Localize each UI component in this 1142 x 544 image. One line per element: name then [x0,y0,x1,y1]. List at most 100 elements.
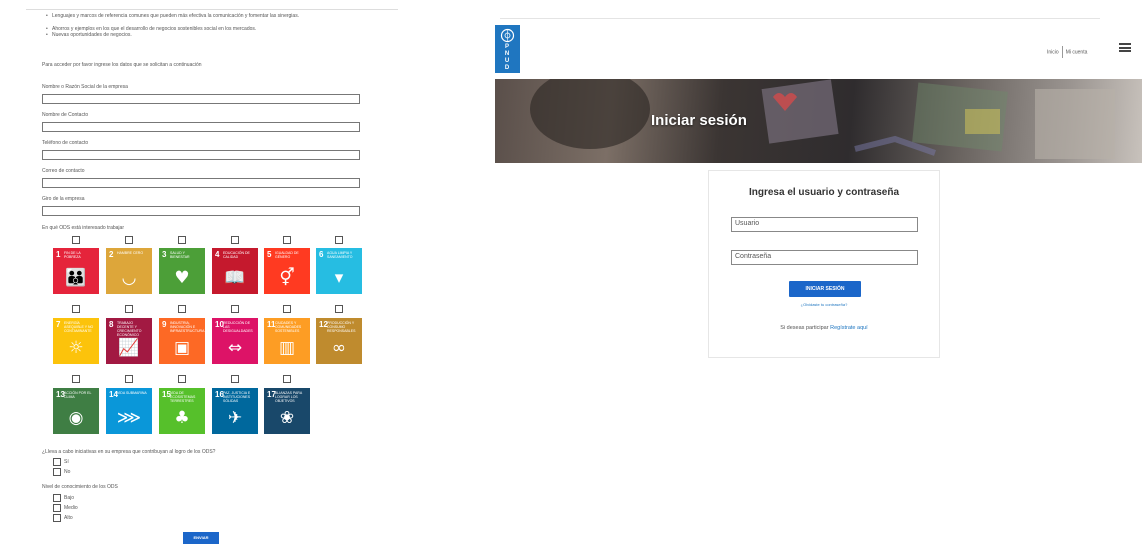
login-page: P N U D Inicio Mi cuenta Iniciar sesión I… [490,0,1142,544]
knowledge-low-checkbox[interactable] [53,494,61,502]
ods-10-tile: 10 REDUCCIÓN DE LAS DESIGUALDADES ⇔ [212,318,258,364]
knowledge-low-label: Bajo [64,495,75,501]
ods-16-checkbox[interactable] [231,375,239,383]
nav-account-link[interactable]: Mi cuenta [1066,49,1088,55]
ods-9-tile: 9 INDUSTRIA, INNOVACIÓN E INFRAESTRUCTURA… [159,318,205,364]
bowl-icon: ◡ [121,268,137,288]
contact-email-input[interactable] [42,178,360,188]
ods-15-checkbox[interactable] [178,375,186,383]
login-card-title: Ingresa el usuario y contraseña [748,187,900,198]
undp-logo[interactable]: P N U D [495,25,520,73]
city-icon: ▥ [278,338,296,358]
username-input[interactable]: Usuario [731,217,918,232]
ods-17-tile: 17 ALIANZAS PARA LOGRAR LOS OBJETIVOS ❀ [264,388,310,434]
contact-name-input[interactable] [42,122,360,132]
ods-14-tile: 14 VIDA SUBMARINA ⋙ [106,388,152,434]
nav-home-link[interactable]: Inicio [1047,49,1059,55]
ods-5-checkbox[interactable] [283,236,291,244]
ods-2-tile: 2 HAMBRE CERO ◡ [106,248,152,294]
ods-title: EDUCACIÓN DE CALIDAD [223,251,250,259]
ods-title: SALUD Y BIENESTAR [170,251,190,259]
list-item: Lenguajes y marcos de referencia comunes… [46,13,366,19]
fish-icon: ⋙ [116,408,142,428]
equality-icon: ⇔ [227,338,243,358]
ods-title: TRABAJO DECENTE Y CRECIMIENTO ECONÓMICO [117,321,142,337]
ods-13-checkbox[interactable] [72,375,80,383]
ods-title: REDUCCIÓN DE LAS DESIGUALDADES [223,321,253,333]
ods-number: 9 [162,320,167,329]
ods-title: VIDA SUBMARINA [117,391,147,395]
ods-title: VIDA DE ECOSISTEMAS TERRESTRES [170,391,196,403]
family-icon: 👪 [65,268,87,288]
ods-16-tile: 16 PAZ, JUSTICIA E INSTITUCIONES SÓLIDAS ✈ [212,388,258,434]
gender-icon: ⚥ [279,268,295,288]
ods-title: AGUA LIMPIA Y SANEAMIENTO [327,251,353,259]
ods-number: 7 [56,320,61,329]
ods-8-tile: 8 TRABAJO DECENTE Y CRECIMIENTO ECONÓMICO… [106,318,152,364]
forgot-password-link[interactable]: ¿Olvidaste tu contraseña? [709,302,939,307]
ods-3-checkbox[interactable] [178,236,186,244]
flower-icon: ❀ [279,408,295,428]
login-button[interactable]: INICIAR SESIÓN [789,281,861,297]
ods-13-tile: 13 ACCIÓN POR EL CLIMA ◉ [53,388,99,434]
ods-11-tile: 11 CIUDADES Y COMUNIDADES SOSTENIBLES ▥ [264,318,310,364]
logo-letter: D [504,65,511,71]
login-card: Ingresa el usuario y contraseña Usuario … [708,170,940,358]
practice-no-label: No [64,469,71,475]
ods-12-checkbox[interactable] [335,305,343,313]
ods-4-tile: 4 EDUCACIÓN DE CALIDAD 📖 [212,248,258,294]
ods-number: 5 [267,250,272,259]
ods-number: 2 [109,250,114,259]
ods-8-checkbox[interactable] [125,305,133,313]
password-input[interactable]: Contraseña [731,250,918,265]
ods-5-tile: 5 IGUALDAD DE GÉNERO ⚥ [264,248,310,294]
sun-power-icon: ☼ [68,338,84,358]
growth-chart-icon: 📈 [118,338,140,358]
knowledge-medium-label: Medio [64,505,78,511]
ods-number: 1 [56,250,61,259]
knowledge-question: Nivel de conocimiento de los ODS [42,484,118,490]
ods-14-checkbox[interactable] [125,375,133,383]
contact-email-label: Correo de contacto [42,168,85,174]
register-prompt: Si deseas participar Regístrate aquí [709,325,939,331]
contact-phone-input[interactable] [42,150,360,160]
heartbeat-icon: ♥ [174,268,190,288]
nav-separator [1061,46,1063,58]
ods-4-checkbox[interactable] [231,236,239,244]
infinity-icon: ∞ [331,338,347,358]
ods-title: HAMBRE CERO [117,251,144,255]
submit-button[interactable]: ENVIAR [183,532,219,544]
ods-number: 6 [319,250,324,259]
ods-6-tile: 6 AGUA LIMPIA Y SANEAMIENTO ▾ [316,248,362,294]
logo-letter: U [504,58,511,64]
ods-1-checkbox[interactable] [72,236,80,244]
company-name-input[interactable] [42,94,360,104]
ods-17-checkbox[interactable] [283,375,291,383]
register-prompt-text: Si deseas participar [780,325,829,331]
divider [500,18,1100,19]
knowledge-medium-checkbox[interactable] [53,504,61,512]
register-link[interactable]: Regístrate aquí [830,325,868,331]
company-sector-input[interactable] [42,206,360,216]
banner-background-image [530,79,1115,159]
hero-banner: Iniciar sesión [495,79,1142,163]
knowledge-high-checkbox[interactable] [53,514,61,522]
knowledge-high-label: Alto [64,515,73,521]
ods-2-checkbox[interactable] [125,236,133,244]
ods-9-checkbox[interactable] [178,305,186,313]
ods-11-checkbox[interactable] [283,305,291,313]
menu-icon[interactable] [1119,43,1131,52]
list-item: Nuevas oportunidades de negocios. [46,32,366,38]
ods-title: CIUDADES Y COMUNIDADES SOSTENIBLES [275,321,302,333]
ods-title: ENERGÍA ASEQUIBLE Y NO CONTAMINANTE [64,321,94,333]
practice-no-checkbox[interactable] [53,468,61,476]
ods-6-checkbox[interactable] [335,236,343,244]
logo-letter: N [504,51,511,57]
ods-7-checkbox[interactable] [72,305,80,313]
ods-7-tile: 7 ENERGÍA ASEQUIBLE Y NO CONTAMINANTE ☼ [53,318,99,364]
ods-title: PRODUCCIÓN Y CONSUMO RESPONSABLES [327,321,356,333]
ods-12-tile: 12 PRODUCCIÓN Y CONSUMO RESPONSABLES ∞ [316,318,362,364]
form-intro-text: Para acceder por favor ingrese los datos… [42,62,202,68]
practice-yes-checkbox[interactable] [53,458,61,466]
ods-10-checkbox[interactable] [231,305,239,313]
